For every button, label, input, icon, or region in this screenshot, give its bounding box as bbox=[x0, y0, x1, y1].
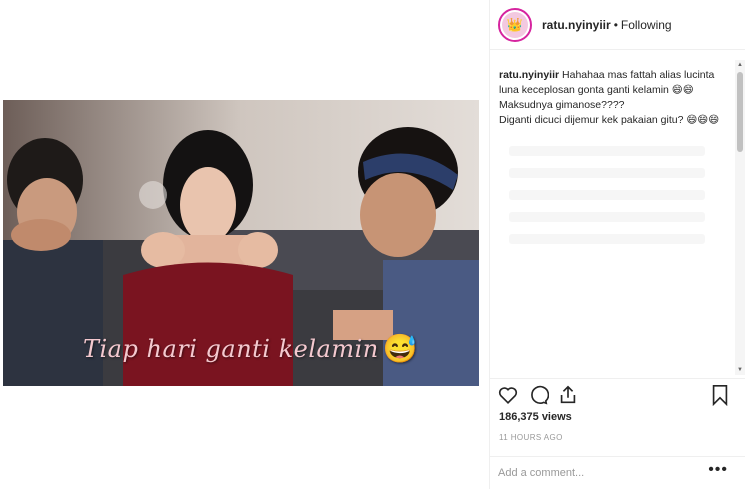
caption-username[interactable]: ratu.nyinyiir bbox=[499, 69, 559, 81]
caption-comment: ratu.nyinyiir Hahahaa mas fattah alias l… bbox=[499, 68, 725, 128]
comment-icon[interactable] bbox=[526, 383, 550, 407]
add-comment-input[interactable] bbox=[498, 465, 698, 481]
bookmark-icon[interactable] bbox=[708, 383, 732, 407]
video-overlay-caption: Tiap hari ganti kelamin 😅 bbox=[83, 332, 443, 365]
scroll-down-arrow-icon[interactable]: ▼ bbox=[737, 367, 743, 373]
timestamp[interactable]: 11 HOURS AGO bbox=[499, 433, 563, 442]
instagram-post: Tiap hari ganti kelamin 😅 👑 ratu.nyinyii… bbox=[0, 0, 745, 489]
media-column: Tiap hari ganti kelamin 😅 bbox=[0, 0, 489, 489]
faded-comments bbox=[499, 146, 725, 244]
overlay-text: Tiap hari ganti kelamin bbox=[83, 334, 379, 363]
action-bar bbox=[490, 378, 745, 410]
video-player[interactable]: Tiap hari ganti kelamin 😅 bbox=[3, 100, 479, 386]
post-header: 👑 ratu.nyinyiir • Following bbox=[490, 0, 745, 50]
following-button[interactable]: Following bbox=[621, 18, 672, 32]
post-sidebar: 👑 ratu.nyinyiir • Following ratu.nyinyii… bbox=[489, 0, 745, 489]
scroll-thumb[interactable] bbox=[737, 72, 743, 152]
header-separator: • bbox=[613, 17, 618, 32]
header-username[interactable]: ratu.nyinyiir bbox=[542, 18, 611, 32]
share-icon[interactable] bbox=[556, 383, 580, 407]
heart-icon[interactable] bbox=[496, 383, 520, 407]
avatar-image: 👑 bbox=[502, 11, 528, 38]
overlay-emoji: 😅 bbox=[382, 332, 419, 365]
views-count[interactable]: 186,375 views bbox=[499, 411, 572, 423]
avatar[interactable]: 👑 bbox=[498, 7, 532, 42]
comments-scrollbar[interactable]: ▲ ▼ bbox=[735, 60, 745, 375]
more-options-button[interactable]: ••• bbox=[708, 461, 728, 479]
add-comment-bar: ••• bbox=[490, 456, 745, 489]
comments-panel: ratu.nyinyiir Hahahaa mas fattah alias l… bbox=[490, 62, 735, 372]
caption-line-2: Maksudnya gimanose???? bbox=[499, 99, 625, 111]
caption-line-3: Diganti dicuci dijemur kek pakaian gitu?… bbox=[499, 114, 720, 126]
scroll-up-arrow-icon[interactable]: ▲ bbox=[737, 62, 743, 68]
